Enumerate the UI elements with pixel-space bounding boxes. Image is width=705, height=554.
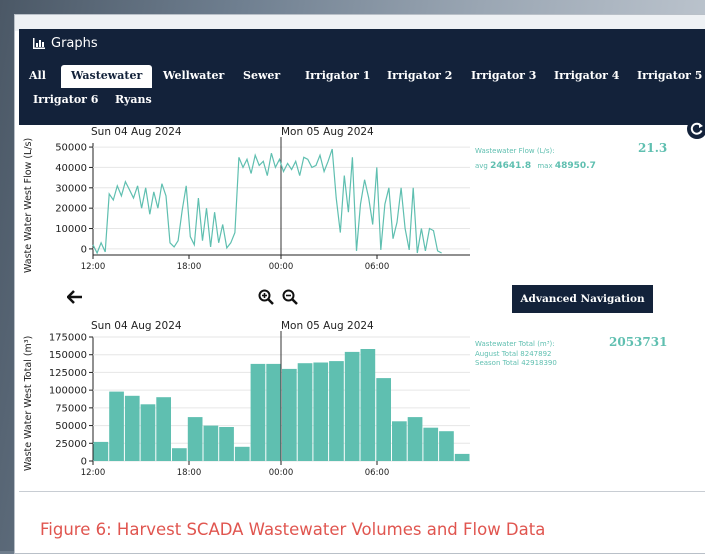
- flow-series-line: [92, 148, 442, 255]
- total-bar: [392, 421, 407, 461]
- tab-ryans[interactable]: Ryans: [115, 93, 152, 106]
- flow-x-tick-label: 00:00: [269, 262, 294, 272]
- page-title: Graphs: [33, 36, 98, 53]
- tab-wellwater[interactable]: Wellwater: [163, 69, 224, 82]
- page-title-text: Graphs: [51, 36, 98, 51]
- flow-x-tick-label: 12:00: [81, 262, 106, 272]
- total-current-value: 2053731: [609, 335, 668, 349]
- total-y-tick-label: 0: [81, 457, 87, 468]
- bar-chart-icon: [33, 38, 45, 53]
- flow-stat-label: Wastewater Flow (L/s):: [475, 147, 555, 155]
- flow-date-label-1: Sun 04 Aug 2024: [91, 126, 182, 138]
- refresh-icon[interactable]: [687, 119, 705, 139]
- total-bar: [124, 395, 140, 461]
- arrow-left-icon[interactable]: [66, 289, 83, 308]
- total-bar: [219, 427, 234, 461]
- total-bar: [93, 441, 109, 461]
- total-bar: [329, 361, 344, 461]
- divider: [19, 491, 705, 492]
- total-bar: [376, 378, 391, 461]
- total-x-tick-label: 12:00: [81, 468, 106, 475]
- total-stat-label: Wastewater Total (m³):: [475, 340, 555, 348]
- graphs-panel: Graphs All Wastewater Wellwater Sewer Ir…: [14, 14, 705, 554]
- total-y-tick-label: 125000: [49, 368, 87, 379]
- flow-y-tick-label: 30000: [55, 183, 87, 194]
- total-bar: [313, 362, 329, 461]
- total-bar: [156, 397, 171, 461]
- total-bar: [203, 425, 219, 461]
- total-y-tick-label: 100000: [49, 386, 87, 397]
- tab-sewer[interactable]: Sewer: [243, 69, 280, 82]
- total-y-axis-label: Waste Water West Total (m³): [23, 336, 34, 471]
- flow-current-value: 21.3: [638, 141, 668, 155]
- total-date-label-1: Sun 04 Aug 2024: [91, 320, 182, 332]
- total-bar: [266, 363, 281, 461]
- total-y-tick-label: 75000: [55, 403, 87, 414]
- total-y-tick-label: 150000: [49, 350, 87, 361]
- zoom-out-icon[interactable]: [282, 289, 298, 309]
- total-bar: [234, 446, 250, 461]
- flow-max-value: 48950.7: [554, 161, 596, 171]
- total-y-tick-label: 25000: [55, 439, 87, 450]
- total-x-tick-label: 00:00: [269, 468, 294, 475]
- tab-irrigator-3[interactable]: Irrigator 3: [471, 69, 536, 82]
- tab-all[interactable]: All: [29, 69, 46, 82]
- total-bar: [344, 351, 360, 461]
- flow-avg-label: avg: [475, 162, 488, 170]
- total-bar: [172, 448, 187, 461]
- advanced-navigation-button[interactable]: Advanced Navigation: [512, 285, 653, 313]
- flow-x-tick-label: 06:00: [365, 262, 390, 272]
- total-bar: [109, 391, 124, 461]
- total-bar: [250, 363, 266, 461]
- total-bar: [297, 363, 313, 461]
- total-bar: [282, 368, 297, 461]
- total-bar: [360, 349, 376, 461]
- total-bar: [454, 453, 470, 461]
- flow-max-label: max: [537, 162, 553, 170]
- total-y-tick-label: 175000: [49, 333, 87, 344]
- total-y-tick-label: 50000: [55, 421, 87, 432]
- total-season: Season Total 42918390: [475, 359, 557, 367]
- total-bar: [407, 417, 423, 461]
- flow-y-tick-label: 10000: [55, 224, 87, 235]
- flow-y-tick-label: 0: [81, 244, 87, 255]
- tab-irrigator-5[interactable]: Irrigator 5: [637, 69, 702, 82]
- total-bar: [187, 417, 203, 461]
- flow-chart: Sun 04 Aug 2024 Mon 05 Aug 2024 Waste Wa…: [23, 126, 470, 273]
- tab-irrigator-6[interactable]: Irrigator 6: [33, 93, 98, 106]
- tab-irrigator-1[interactable]: Irrigator 1: [305, 69, 370, 82]
- total-august: August Total 8247892: [475, 350, 552, 358]
- total-bar: [423, 427, 439, 461]
- total-x-tick-label: 06:00: [365, 468, 390, 475]
- flow-y-tick-label: 20000: [55, 204, 87, 215]
- tab-irrigator-4[interactable]: Irrigator 4: [554, 69, 619, 82]
- flow-y-axis-label: Waste Water West Flow (L/s): [23, 138, 34, 273]
- flow-x-tick-label: 18:00: [177, 262, 202, 272]
- total-x-tick-label: 18:00: [177, 468, 202, 475]
- tab-irrigator-2[interactable]: Irrigator 2: [387, 69, 452, 82]
- flow-avg-max: avg 24641.8 max 48950.7: [475, 161, 596, 171]
- total-bar: [140, 404, 156, 461]
- total-chart: Sun 04 Aug 2024 Mon 05 Aug 2024 Waste Wa…: [23, 320, 470, 475]
- flow-y-tick-label: 50000: [55, 143, 87, 154]
- total-date-label-2: Mon 05 Aug 2024: [281, 320, 374, 332]
- flow-y-tick-label: 40000: [55, 163, 87, 174]
- flow-date-label-2: Mon 05 Aug 2024: [281, 126, 374, 138]
- total-bar: [439, 431, 454, 461]
- tab-wastewater[interactable]: Wastewater: [61, 65, 153, 88]
- figure-caption: Figure 6: Harvest SCADA Wastewater Volum…: [40, 520, 546, 539]
- zoom-in-icon[interactable]: [258, 289, 274, 309]
- flow-avg-value: 24641.8: [490, 161, 532, 171]
